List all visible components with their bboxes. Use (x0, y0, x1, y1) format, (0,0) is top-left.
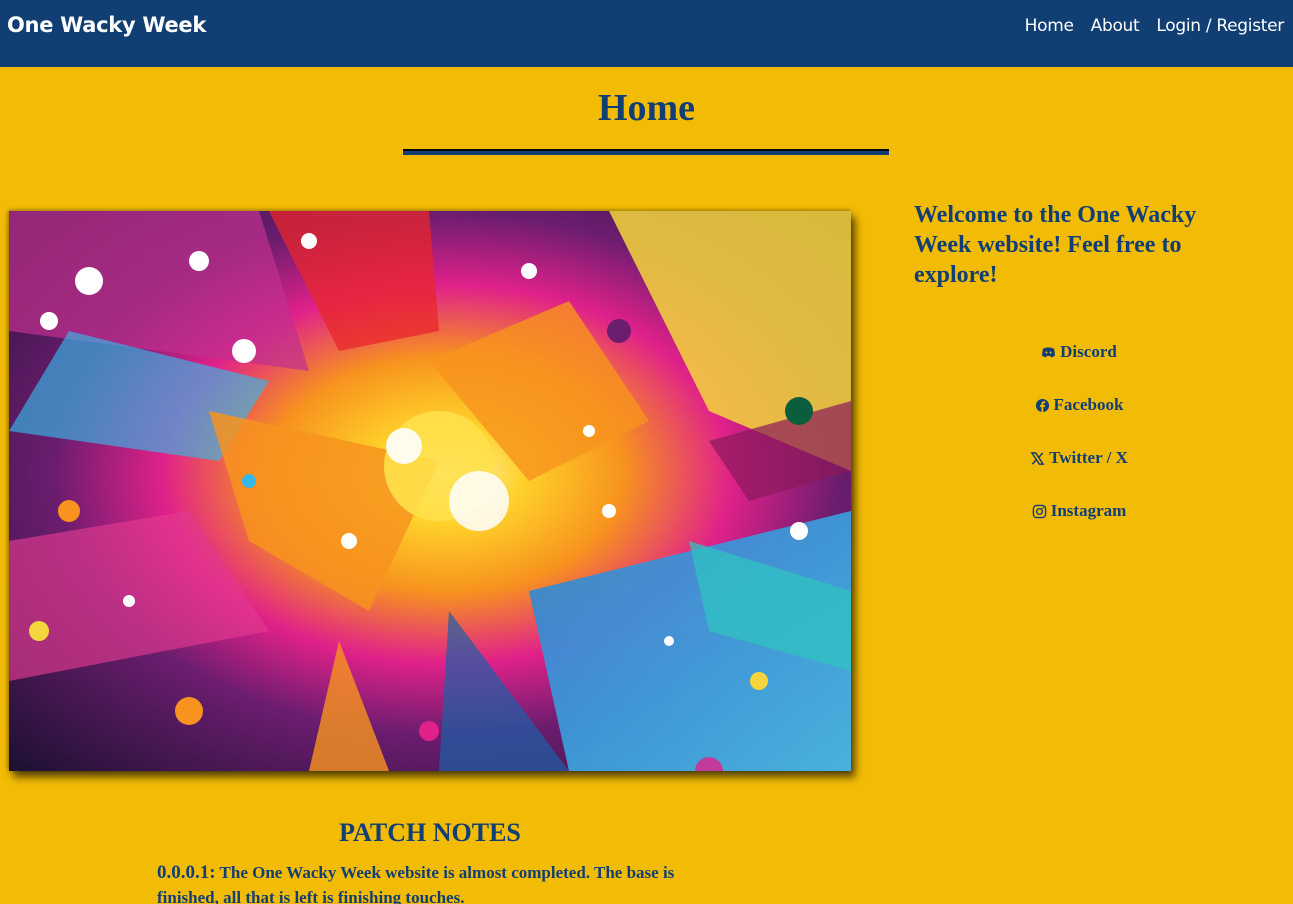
patch-note-text: The One Wacky Week website is almost com… (157, 863, 675, 904)
nav-login-register-link[interactable]: Login / Register (1156, 13, 1284, 39)
nav-links: Home About Login / Register (1025, 13, 1285, 39)
nav-about-link[interactable]: About (1091, 13, 1140, 39)
welcome-message: Welcome to the One Wacky Week website! F… (914, 202, 1197, 288)
twitter-x-label: Twitter / X (1049, 448, 1128, 467)
facebook-link[interactable]: Facebook (914, 390, 1244, 420)
facebook-label: Facebook (1053, 395, 1124, 414)
instagram-icon (1032, 504, 1047, 518)
nav-home-link[interactable]: Home (1025, 13, 1074, 39)
navbar: One Wacky Week Home About Login / Regist… (0, 0, 1293, 67)
patch-note-version: 0.0.0.1: (157, 862, 216, 883)
discord-label: Discord (1060, 342, 1117, 361)
instagram-label: Instagram (1050, 501, 1127, 520)
social-links: Discord Facebook Twitter / X Instagram (914, 337, 1244, 549)
twitter-x-link[interactable]: Twitter / X (914, 443, 1244, 473)
brand-link[interactable]: One Wacky Week (7, 10, 206, 40)
instagram-link[interactable]: Instagram (914, 496, 1244, 526)
facebook-icon (1035, 398, 1049, 412)
title-divider (403, 149, 889, 155)
page-title: Home (597, 87, 696, 129)
patch-notes-title: PATCH NOTES (339, 818, 521, 847)
hero-image (9, 211, 851, 771)
discord-link[interactable]: Discord (914, 337, 1244, 367)
patch-note-entry: 0.0.0.1: The One Wacky Week website is a… (157, 860, 697, 904)
discord-icon (1042, 346, 1056, 357)
x-twitter-icon (1030, 451, 1045, 465)
